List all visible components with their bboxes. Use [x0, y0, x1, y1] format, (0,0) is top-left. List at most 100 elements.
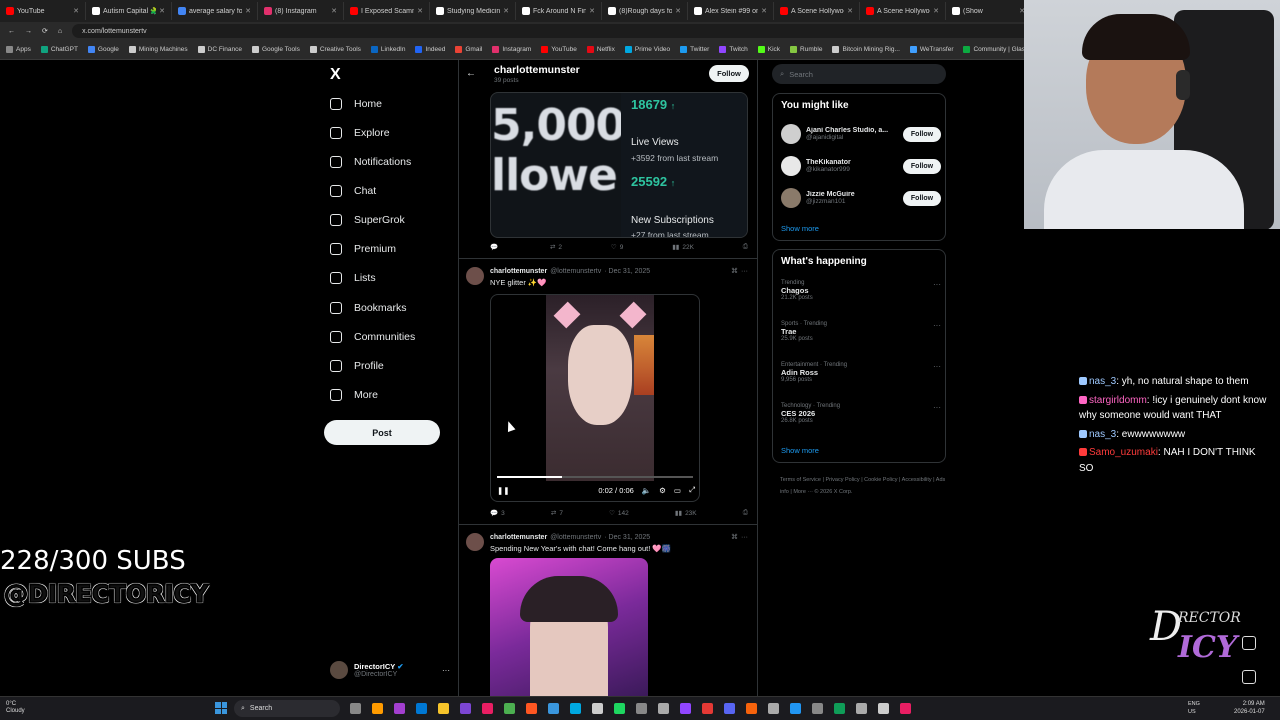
footer-links[interactable]: Terms of Service | Privacy Policy | Cook… [780, 474, 948, 498]
taskbar-app-icon[interactable] [592, 703, 603, 714]
more-icon[interactable]: ··· [933, 280, 941, 289]
taskbar-app-icon[interactable] [482, 703, 493, 714]
browser-tab[interactable]: average salary for a✕ [172, 2, 258, 20]
taskbar-app-icon[interactable] [548, 703, 559, 714]
bookmark-item[interactable]: Netflix [586, 46, 615, 53]
back-arrow-icon[interactable]: ← [8, 28, 15, 35]
nav-item-supergrok[interactable]: SuperGrok [330, 210, 405, 230]
reply-button[interactable]: 💬 3 [490, 509, 505, 518]
browser-tab[interactable]: (8) Instagram ✕ [258, 2, 344, 20]
taskbar-app-icon[interactable] [702, 703, 713, 714]
taskbar-app-icon[interactable] [658, 703, 669, 714]
video-progress-bar[interactable] [497, 476, 693, 478]
bookmark-item[interactable]: ChatGPT [40, 46, 78, 53]
avatar[interactable] [466, 267, 484, 285]
taskbar-search[interactable]: ⌕ Search [234, 700, 340, 717]
grok-icon[interactable]: ⌘ [731, 267, 738, 275]
nav-item-communities[interactable]: Communities [330, 327, 415, 347]
browser-tab[interactable]: A Scene Hollywood✕ [774, 2, 860, 20]
more-icon[interactable]: ··· [741, 268, 748, 275]
browser-tab[interactable]: (8)Rough days for U✕ [602, 2, 688, 20]
taskbar-app-icon[interactable] [812, 703, 823, 714]
browser-tab[interactable]: (Show ✕ [946, 2, 1032, 20]
bookmark-item[interactable]: Gmail [455, 46, 482, 53]
account-switcher[interactable]: DirectorICY ✔ @DirectorICY ··· [330, 661, 450, 679]
tweet-author-name[interactable]: charlottemunster [490, 534, 547, 541]
nav-item-explore[interactable]: Explore [330, 123, 390, 143]
nav-item-home[interactable]: Home [330, 94, 382, 114]
repost-button[interactable]: ⇄ 2 [550, 243, 562, 252]
like-button[interactable]: ♡ 142 [609, 509, 629, 518]
taskbar-app-icon[interactable] [438, 703, 449, 714]
post-button[interactable]: Post [324, 420, 440, 445]
taskbar-app-icon[interactable] [724, 703, 735, 714]
close-icon[interactable]: ✕ [589, 7, 595, 15]
pip-icon[interactable]: ▭ [674, 486, 681, 495]
browser-tab[interactable]: Fck Around N Find ✕ [516, 2, 602, 20]
taskbar-app-icon[interactable] [350, 703, 361, 714]
follow-button[interactable]: Follow [903, 158, 941, 174]
taskbar-app-icon[interactable] [614, 703, 625, 714]
bookmark-item[interactable]: YouTube [541, 46, 577, 53]
bookmark-item[interactable]: DC Finance [197, 46, 242, 53]
avatar[interactable] [466, 533, 484, 551]
browser-tab[interactable]: Alex Stein #99 on X✕ [688, 2, 774, 20]
taskbar-app-icon[interactable] [372, 703, 383, 714]
nav-item-premium[interactable]: Premium [330, 239, 396, 259]
taskbar-app-icon[interactable] [394, 703, 405, 714]
bookmark-item[interactable]: LinkedIn [370, 46, 405, 53]
language-indicator[interactable]: ENG US [1188, 700, 1200, 716]
bookmark-item[interactable]: Rumble [790, 46, 822, 53]
tweet-image[interactable] [490, 558, 648, 696]
close-icon[interactable]: ✕ [847, 7, 853, 15]
close-icon[interactable]: ✕ [331, 7, 337, 15]
taskbar-app-icon[interactable] [746, 703, 757, 714]
forward-arrow-icon[interactable]: → [25, 28, 32, 35]
settings-icon[interactable]: ⚙ [659, 486, 666, 495]
taskbar-clock[interactable]: 2:09 AM 2026-01-07 [1234, 700, 1265, 716]
message-icon[interactable] [1242, 670, 1256, 684]
more-icon[interactable]: ··· [933, 362, 941, 371]
tweet-author-handle[interactable]: @lottemunstertv [550, 268, 601, 275]
more-icon[interactable]: ··· [741, 534, 748, 541]
back-arrow-icon[interactable]: ← [466, 68, 476, 79]
bookmark-item[interactable]: Bitcoin Mining Rig... [832, 46, 900, 53]
tweet-date[interactable]: · Dec 31, 2025 [604, 268, 650, 275]
pause-icon[interactable]: ❚❚ [497, 486, 510, 495]
views-button[interactable]: ▮▮ 23K [675, 509, 697, 518]
nav-item-notifications[interactable]: Notifications [330, 152, 411, 172]
taskbar-app-icon[interactable] [416, 703, 427, 714]
bookmark-item[interactable]: Kick [757, 46, 780, 53]
taskbar-app-icon[interactable] [878, 703, 889, 714]
tweet-author-name[interactable]: charlottemunster [490, 268, 547, 275]
bookmark-item[interactable]: Apps [6, 46, 31, 53]
close-icon[interactable]: ✕ [159, 7, 165, 15]
follow-button[interactable]: Follow [709, 65, 749, 82]
taskbar-app-icon[interactable] [460, 703, 471, 714]
start-button[interactable] [215, 702, 227, 714]
suggested-user[interactable]: Ajani Charles Studio, a... @ajanidigital … [781, 118, 941, 150]
reload-icon[interactable]: ⟳ [42, 27, 48, 35]
nav-item-chat[interactable]: Chat [330, 181, 376, 201]
bookmark-item[interactable]: Prime Video [624, 46, 670, 53]
close-icon[interactable]: ✕ [503, 7, 509, 15]
trend-item[interactable]: Technology · Trending CES 2026 26.8K pos… [781, 403, 941, 424]
nav-item-more[interactable]: More [330, 385, 378, 405]
show-more-link[interactable]: Show more [781, 446, 819, 455]
taskbar-app-icon[interactable] [900, 703, 911, 714]
search-input[interactable]: ⌕ Search [772, 64, 946, 84]
account-more-icon[interactable]: ··· [442, 666, 450, 675]
x-logo[interactable]: X [330, 66, 341, 84]
weather-widget[interactable]: 0°C Cloudy [6, 701, 25, 715]
grok-icon[interactable]: ⌘ [731, 533, 738, 541]
tweet-image-stats[interactable]: 5,000 llowe 18679 ↑ Live Views +3592 fro… [490, 92, 748, 238]
taskbar-app-icon[interactable] [570, 703, 581, 714]
bookmark-item[interactable]: Twitch [719, 46, 748, 53]
follow-button[interactable]: Follow [903, 190, 941, 206]
show-more-link[interactable]: Show more [781, 224, 819, 233]
sidebar-toggle-icon[interactable] [1242, 636, 1256, 650]
browser-tab[interactable]: Studying Medicine ✕ [430, 2, 516, 20]
close-icon[interactable]: ✕ [933, 7, 939, 15]
suggested-user[interactable]: TheKikanator @kikanator999 Follow [781, 150, 941, 182]
bookmark-icon[interactable]: ⎙ [743, 243, 748, 251]
